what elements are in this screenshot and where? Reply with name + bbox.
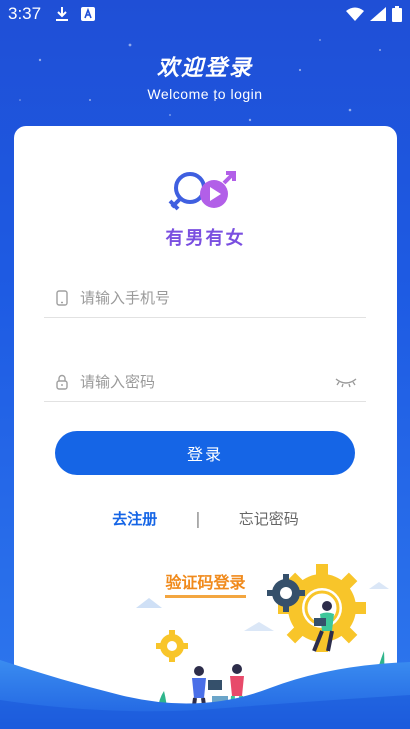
login-card: 有男有女 登录 去注册 | 忘记密码 — [14, 126, 397, 729]
download-icon — [56, 7, 69, 21]
password-input[interactable] — [80, 372, 334, 391]
link-divider: | — [195, 509, 201, 528]
register-link[interactable]: 去注册 — [112, 508, 157, 529]
gender-logo-icon — [168, 171, 236, 211]
bottom-wave — [0, 660, 410, 729]
battery-icon — [392, 6, 402, 22]
eye-closed-icon[interactable] — [334, 372, 358, 392]
phone-icon — [52, 288, 72, 308]
status-bar: 3:37 — [0, 0, 410, 28]
login-button[interactable]: 登录 — [55, 431, 355, 475]
page-title: 欢迎登录 — [156, 56, 253, 81]
code-login-link[interactable]: 验证码登录 — [165, 569, 246, 598]
code-login: 验证码登录 — [14, 569, 397, 598]
auth-links: 去注册 | 忘记密码 — [14, 508, 397, 529]
phone-field — [44, 278, 366, 318]
app-logo: 有男有女 — [14, 168, 397, 250]
phone-input[interactable] — [80, 288, 366, 307]
wifi-icon — [346, 7, 364, 21]
password-field — [44, 362, 366, 402]
app-notification-icon — [81, 7, 96, 21]
lock-icon — [52, 372, 72, 392]
forgot-password-link[interactable]: 忘记密码 — [239, 508, 299, 529]
header: 欢迎登录 Welcome to login — [0, 50, 410, 102]
logo-text: 有男有女 — [165, 228, 246, 249]
status-time: 3:37 — [8, 4, 42, 23]
page-subtitle: Welcome to login — [147, 86, 263, 102]
signal-icon — [370, 7, 386, 21]
